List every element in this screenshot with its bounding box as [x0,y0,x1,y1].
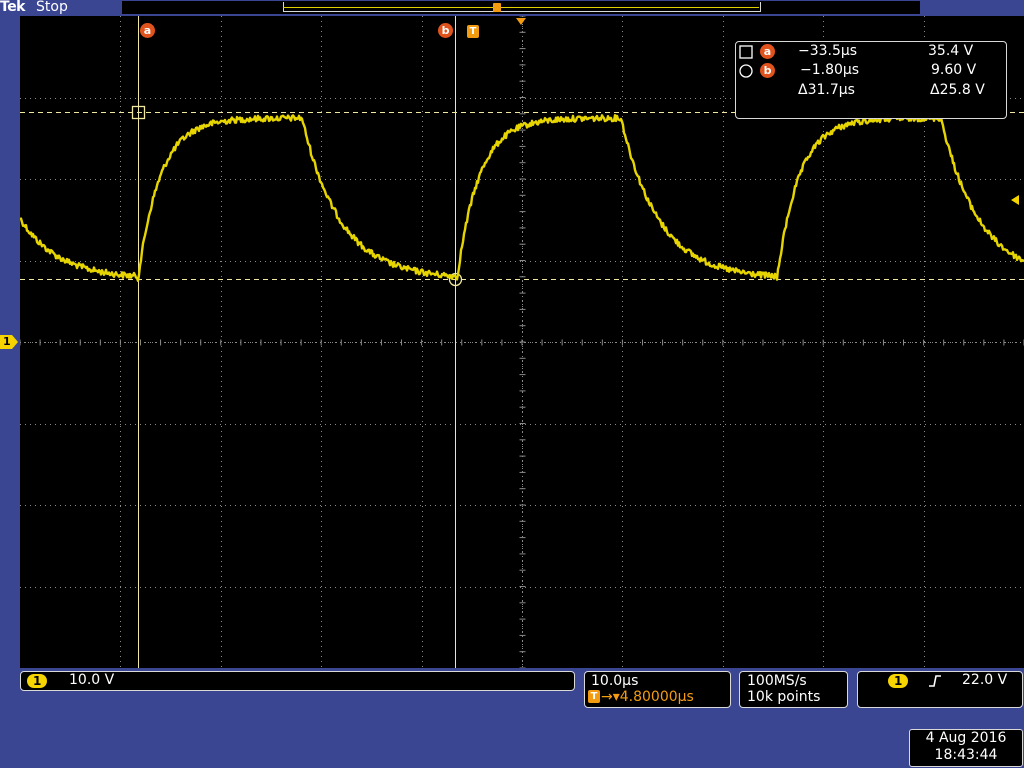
circle-marker-icon [739,64,753,78]
trigger-position-label: T [467,25,479,38]
channel1-scale-panel[interactable]: 1 10.0 V [20,671,575,691]
channel1-ground-marker-label: 1 [3,335,11,348]
readout-cursor-a-icon: a [760,44,775,59]
date-label: 4 Aug 2016 [925,730,1007,746]
cursor-delta-voltage: Δ25.8 V [930,82,985,98]
horizontal-scale: 10.0µs [591,673,639,689]
channel1-scale: 10.0 V [69,672,115,688]
horizontal-panel[interactable]: 10.0µs T →▾4.80000µs [584,671,731,708]
trigger-delay-icon: T [588,690,600,703]
rising-edge-icon [929,675,941,687]
trigger-delay: →▾4.80000µs [601,689,694,705]
cursor-delta-time: Δ31.7µs [798,82,855,98]
cursor-b-label[interactable]: b [438,23,453,38]
trigger-panel[interactable]: 1 22.0 V [857,671,1023,708]
record-length: 10k points [747,689,821,705]
record-view-line [283,7,759,8]
datetime-panel: 4 Aug 2016 18:43:44 [909,729,1023,767]
square-marker-icon [739,45,753,59]
sample-rate: 100MS/s [747,673,807,689]
trigger-level: 22.0 V [962,672,1008,688]
cursor-a-label[interactable]: a [140,23,155,38]
cursor-a-voltage: 35.4 V [928,43,974,59]
cursor-a-time: −33.5µs [798,43,858,59]
cursor-b-voltage: 9.60 V [931,62,977,78]
brand-label: Tek [0,0,26,15]
record-trigger-marker [493,3,501,12]
cursor-b-time: −1.80µs [800,62,860,78]
acquisition-state[interactable]: Stop [36,0,68,15]
trigger-level-arrow-icon[interactable] [1011,195,1021,205]
cursor-readout-panel: a −33.5µs 35.4 V b −1.80µs 9.60 V Δ31.7µ… [735,41,1007,119]
top-status-bar: Tek Stop [0,0,1024,16]
acquisition-panel[interactable]: 100MS/s 10k points [739,671,848,708]
readout-cursor-b-icon: b [760,63,775,78]
time-label: 18:43:44 [934,747,998,763]
channel1-badge: 1 [27,674,48,688]
trigger-position-arrow-icon [516,18,526,25]
trigger-source-badge: 1 [888,674,909,688]
